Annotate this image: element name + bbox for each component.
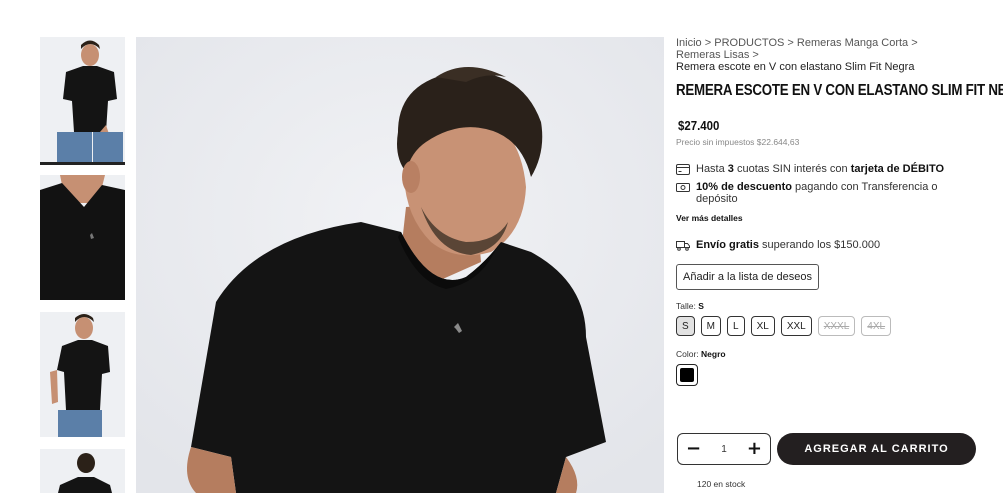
thumbnail-back[interactable]	[40, 449, 125, 493]
add-to-wishlist-button[interactable]: Añadir a la lista de deseos	[676, 264, 820, 290]
breadcrumb-separator: >	[704, 37, 712, 49]
discount-info: 10% de descuento pagando con Transferenc…	[676, 181, 976, 205]
shipping-info: Envío gratis superando los $150.000	[676, 239, 976, 251]
quantity-increase-button[interactable]: +	[747, 440, 762, 458]
breadcrumb-productos[interactable]: PRODUCTOS	[714, 37, 784, 49]
size-option-xl[interactable]: XL	[750, 316, 775, 336]
credit-card-icon	[676, 164, 690, 175]
thumbnail-active-indicator	[40, 162, 125, 165]
size-option-m[interactable]: M	[700, 316, 722, 336]
installments-text: Hasta 3 cuotas SIN interés con tarjeta d…	[696, 163, 945, 175]
breadcrumb-inicio[interactable]: Inicio	[676, 37, 702, 49]
color-swatch-negro[interactable]	[676, 364, 698, 386]
size-option-xxxl[interactable]: XXXL	[817, 316, 856, 336]
product-price: $27.400	[678, 118, 720, 133]
thumbnail-detail-image	[40, 175, 125, 300]
color-label: Color: Negro	[676, 349, 726, 359]
product-photo	[136, 37, 664, 493]
breadcrumb-separator: >	[752, 49, 759, 61]
add-to-cart-button[interactable]: AGREGAR AL CARRITO	[777, 433, 976, 465]
thumbnail-front-image	[40, 37, 125, 162]
thumbnail-side[interactable]	[40, 312, 125, 437]
breadcrumb-separator: >	[911, 37, 918, 49]
breadcrumb-separator: >	[787, 37, 794, 49]
discount-text: 10% de descuento pagando con Transferenc…	[696, 181, 938, 205]
size-label: Talle: S	[676, 301, 704, 311]
thumbnail-side-image	[40, 312, 125, 437]
color-swatch-fill	[680, 368, 694, 382]
thumbnail-front[interactable]	[40, 37, 125, 162]
quantity-value[interactable]: 1	[721, 444, 727, 455]
size-option-s[interactable]: S	[676, 316, 695, 336]
quantity-decrease-button[interactable]: −	[686, 440, 701, 458]
cash-icon	[676, 183, 690, 192]
installments-info: Hasta 3 cuotas SIN interés con tarjeta d…	[676, 163, 976, 175]
size-option-xxl[interactable]: XXL	[780, 316, 812, 336]
more-details-link[interactable]: Ver más detalles	[676, 213, 976, 223]
breadcrumb-current: Remera escote en V con elastano Slim Fit…	[676, 61, 915, 73]
size-option-4xl[interactable]: 4XL	[861, 316, 892, 336]
price-without-tax: Precio sin impuestos $22.644,63	[676, 137, 800, 147]
thumbnail-back-image	[40, 449, 125, 493]
breadcrumb: Inicio > PRODUCTOS > Remeras Manga Corta…	[676, 37, 976, 73]
size-selector: S M L XL XXL XXXL 4XL	[676, 316, 976, 336]
product-info: Inicio > PRODUCTOS > Remeras Manga Corta…	[676, 37, 1003, 386]
breadcrumb-remeras-lisas[interactable]: Remeras Lisas	[676, 49, 749, 61]
thumbnail-detail[interactable]	[40, 175, 125, 300]
shipping-text: Envío gratis superando los $150.000	[696, 239, 881, 251]
stock-text: 120 en stock	[697, 479, 746, 489]
quantity-stepper: − 1 +	[677, 433, 771, 465]
size-option-l[interactable]: L	[727, 316, 745, 336]
truck-icon	[676, 241, 690, 251]
product-title: Remera escote en V con elastano Slim Fit…	[676, 82, 1003, 99]
breadcrumb-remeras-manga-corta[interactable]: Remeras Manga Corta	[797, 37, 908, 49]
product-main-image[interactable]	[136, 37, 664, 493]
